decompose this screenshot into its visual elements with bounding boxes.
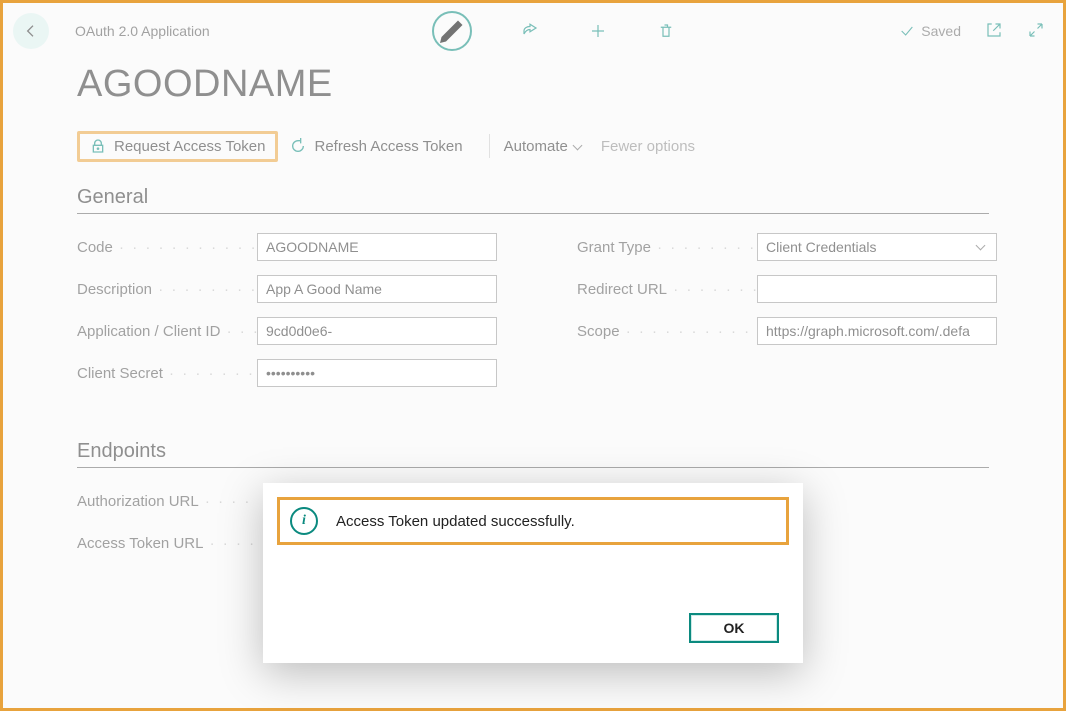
dialog-message-row: i Access Token updated successfully. bbox=[277, 497, 789, 545]
redirect-input[interactable] bbox=[757, 275, 997, 303]
appclient-input[interactable]: 9cd0d0e6- bbox=[257, 317, 497, 345]
scope-input[interactable]: https://graph.microsoft.com/.defa bbox=[757, 317, 997, 345]
plus-icon bbox=[589, 22, 607, 40]
field-grant-type: Grant Type Client Credentials bbox=[577, 232, 997, 262]
description-input[interactable]: App A Good Name bbox=[257, 275, 497, 303]
granttype-label: Grant Type bbox=[577, 239, 757, 256]
popout-button[interactable] bbox=[985, 21, 1003, 42]
field-redirect-url: Redirect URL bbox=[577, 274, 997, 304]
general-form: Code AGOODNAME Description App A Good Na… bbox=[77, 232, 989, 400]
fewer-options-label: Fewer options bbox=[601, 138, 695, 155]
share-icon bbox=[521, 22, 539, 40]
appclient-label: Application / Client ID bbox=[77, 323, 257, 340]
trash-icon bbox=[657, 22, 675, 40]
section-general: General Code AGOODNAME Description App A… bbox=[77, 186, 989, 400]
expand-icon bbox=[1027, 21, 1045, 39]
info-dialog: i Access Token updated successfully. OK bbox=[263, 483, 803, 663]
refresh-token-label: Refresh Access Token bbox=[314, 138, 462, 155]
redirect-label: Redirect URL bbox=[577, 281, 757, 298]
refresh-icon bbox=[290, 138, 306, 154]
field-client-secret: Client Secret •••••••••• bbox=[77, 358, 497, 388]
share-button[interactable] bbox=[520, 21, 540, 41]
section-endpoints-heading: Endpoints bbox=[77, 440, 989, 468]
granttype-value: Client Credentials bbox=[766, 239, 877, 255]
action-bar: Request Access Token Refresh Access Toke… bbox=[3, 124, 1063, 168]
divider bbox=[489, 134, 490, 158]
secret-input[interactable]: •••••••••• bbox=[257, 359, 497, 387]
expand-button[interactable] bbox=[1027, 21, 1045, 42]
automate-label: Automate bbox=[504, 138, 568, 155]
field-code: Code AGOODNAME bbox=[77, 232, 497, 262]
general-col-left: Code AGOODNAME Description App A Good Na… bbox=[77, 232, 497, 400]
delete-button[interactable] bbox=[656, 21, 676, 41]
granttype-select[interactable]: Client Credentials bbox=[757, 233, 997, 261]
field-app-client-id: Application / Client ID 9cd0d0e6- bbox=[77, 316, 497, 346]
field-scope: Scope https://graph.microsoft.com/.defa bbox=[577, 316, 997, 346]
back-button[interactable] bbox=[13, 13, 49, 49]
back-arrow-icon bbox=[23, 23, 39, 39]
scope-label: Scope bbox=[577, 323, 757, 340]
automate-menu[interactable]: Automate bbox=[504, 138, 581, 155]
ok-button[interactable]: OK bbox=[689, 613, 779, 643]
general-col-right: Grant Type Client Credentials Redirect U… bbox=[577, 232, 997, 358]
section-general-heading: General bbox=[77, 186, 989, 214]
refresh-access-token-button[interactable]: Refresh Access Token bbox=[278, 132, 474, 161]
field-description: Description App A Good Name bbox=[77, 274, 497, 304]
auth-url-label: Authorization URL bbox=[77, 493, 257, 510]
fewer-options-button[interactable]: Fewer options bbox=[601, 138, 695, 155]
info-icon: i bbox=[290, 507, 318, 535]
chevron-down-icon bbox=[572, 140, 582, 150]
breadcrumb: OAuth 2.0 Application bbox=[75, 23, 210, 39]
app-frame: OAuth 2.0 Application Saved bbox=[0, 0, 1066, 711]
token-url-label: Access Token URL bbox=[77, 535, 257, 552]
description-label: Description bbox=[77, 281, 257, 298]
dialog-message: Access Token updated successfully. bbox=[336, 513, 575, 530]
toolbar bbox=[220, 11, 890, 51]
popout-icon bbox=[985, 21, 1003, 39]
check-icon bbox=[899, 23, 915, 39]
saved-label: Saved bbox=[921, 23, 961, 39]
edit-button[interactable] bbox=[432, 11, 472, 51]
ok-label: OK bbox=[724, 620, 745, 636]
topbar: OAuth 2.0 Application Saved bbox=[3, 3, 1063, 59]
chevron-down-icon bbox=[976, 241, 986, 251]
pencil-icon bbox=[434, 13, 470, 49]
request-access-token-button[interactable]: Request Access Token bbox=[77, 131, 278, 162]
saved-indicator: Saved bbox=[899, 21, 1045, 42]
page-title: AGOODNAME bbox=[77, 63, 1063, 106]
request-token-label: Request Access Token bbox=[114, 138, 265, 155]
code-label: Code bbox=[77, 239, 257, 256]
lock-key-icon bbox=[90, 138, 106, 154]
code-input[interactable]: AGOODNAME bbox=[257, 233, 497, 261]
add-button[interactable] bbox=[588, 21, 608, 41]
secret-label: Client Secret bbox=[77, 365, 257, 382]
